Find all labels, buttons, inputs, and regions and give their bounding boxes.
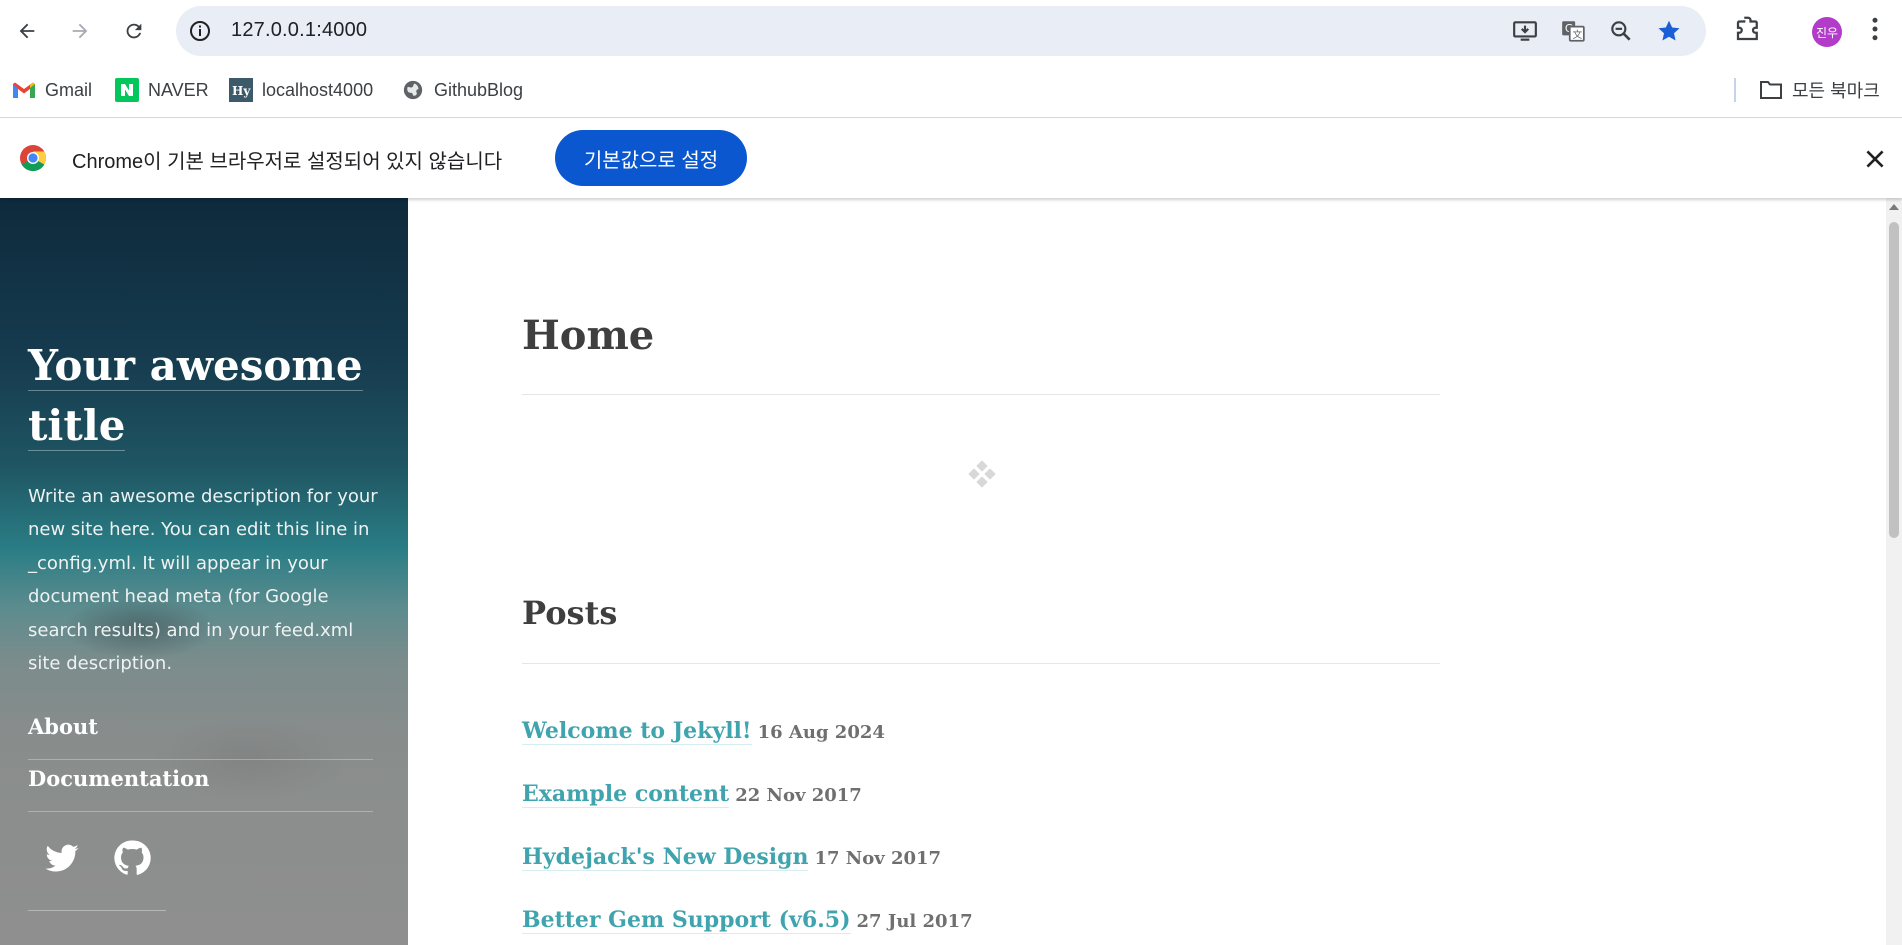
bookmark-label: localhost4000 [262,79,374,100]
post-date: 27 Jul 2017 [856,911,973,932]
globe-icon [401,78,425,102]
arrow-left-icon [19,23,35,39]
bookmark-gmail[interactable]: Gmail [12,76,92,104]
zoom-icon[interactable] [1608,18,1634,44]
bookmark-star-icon[interactable] [1656,18,1682,44]
post-title-link[interactable]: Hydejack's New Design [522,844,809,871]
chrome-logo-icon [20,145,47,172]
close-icon[interactable] [1862,146,1888,172]
back-button[interactable] [9,13,45,49]
address-bar[interactable]: 127.0.0.1:4000 G文 [176,6,1706,56]
extensions-icon[interactable] [1733,14,1763,44]
set-default-button[interactable]: 기본값으로 설정 [555,130,747,186]
scroll-up-arrow-icon[interactable] [1889,204,1899,210]
site-title[interactable]: Your awesome title [28,336,368,456]
site-title-line2[interactable]: title [28,401,126,451]
forward-button[interactable] [62,13,98,49]
folder-icon [1759,78,1783,102]
profile-avatar[interactable]: 진우 [1812,17,1842,47]
post-date: 16 Aug 2024 [757,722,885,743]
install-app-icon[interactable] [1512,18,1538,44]
site-info-icon[interactable] [188,19,212,43]
browser-toolbar: 127.0.0.1:4000 G文 진우 [0,0,1902,62]
social-divider [28,910,166,911]
post-title-link[interactable]: Example content [522,781,730,808]
naver-icon [115,78,139,102]
github-icon[interactable] [112,838,152,878]
bookmark-githubblog[interactable]: GithubBlog [401,76,523,104]
twitter-icon[interactable] [42,838,82,878]
url-text[interactable]: 127.0.0.1:4000 [231,19,367,42]
bookmark-naver[interactable]: NAVER [115,76,209,104]
post-title-link[interactable]: Welcome to Jekyll! [522,718,752,745]
bookmarks-separator [1734,78,1736,102]
translate-icon[interactable]: G文 [1560,18,1586,44]
main-content: Home Posts Welcome to Jekyll! 16 Aug 2024… [408,198,1886,945]
reload-button[interactable] [116,13,152,49]
gmail-icon [12,78,36,102]
site-sidebar: Your awesome title Write an awesome desc… [0,198,408,945]
nav-link-documentation[interactable]: Documentation [28,760,373,812]
bookmark-label: GithubBlog [434,79,524,100]
scrollbar-thumb[interactable] [1889,222,1899,538]
post-item: Better Gem Support (v6.5) 27 Jul 2017 [522,907,973,934]
hydejack-icon: Hy [229,78,253,102]
post-date: 22 Nov 2017 [735,785,862,806]
diamond-ornament-icon [968,460,996,488]
bookmark-localhost4000[interactable]: Hy localhost4000 [229,76,373,104]
svg-text:Hy: Hy [232,84,251,98]
post-date: 17 Nov 2017 [814,848,942,869]
site-description: Write an awesome description for your ne… [28,486,378,675]
all-bookmarks-label: 모든 북마크 [1792,81,1880,101]
post-title-link[interactable]: Better Gem Support (v6.5) [522,907,851,934]
post-item: Example content 22 Nov 2017 [522,781,862,808]
page-title: Home [522,312,655,359]
all-bookmarks-button[interactable]: 모든 북마크 [1759,76,1880,104]
posts-heading: Posts [522,594,618,632]
nav-link-about[interactable]: About [28,708,373,760]
posts-divider [522,663,1440,664]
post-item: Hydejack's New Design 17 Nov 2017 [522,844,942,871]
infobar-message: Chrome이 기본 브라우저로 설정되어 있지 않습니다 [72,151,503,173]
more-menu-icon[interactable] [1864,14,1886,44]
bookmark-label: NAVER [148,79,209,100]
reload-icon [126,23,142,39]
svg-text:文: 文 [1572,28,1582,41]
arrow-right-icon [72,23,88,39]
default-browser-infobar: Chrome이 기본 브라우저로 설정되어 있지 않습니다 기본값으로 설정 [0,118,1902,198]
post-item: Welcome to Jekyll! 16 Aug 2024 [522,718,885,745]
bookmarks-bar: Gmail NAVER Hy localhost4000 GithubBlog … [0,62,1902,118]
bookmark-label: Gmail [45,79,93,100]
title-divider [522,394,1440,395]
site-title-line1[interactable]: Your awesome [28,341,363,391]
